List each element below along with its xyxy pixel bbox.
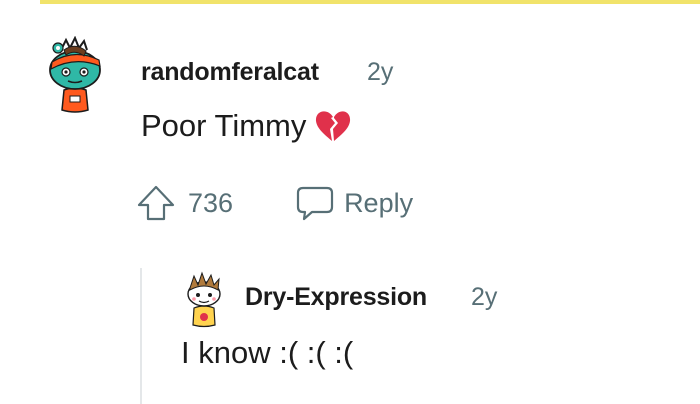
comment-author[interactable]: randomferalcat — [141, 58, 319, 87]
reply-body: I know :( :( :( — [181, 335, 354, 370]
comment-bubble-icon — [296, 186, 334, 221]
upvote-button[interactable]: 736 — [136, 184, 233, 222]
comment-timestamp[interactable]: 2y — [367, 58, 393, 87]
broken-heart-icon — [316, 111, 351, 141]
reply-timestamp[interactable]: 2y — [471, 283, 497, 312]
vote-count: 736 — [188, 187, 234, 218]
upvote-arrow-icon[interactable] — [136, 184, 176, 222]
user-avatar[interactable] — [44, 36, 106, 116]
reply-user-avatar[interactable] — [184, 270, 224, 328]
reply-label: Reply — [344, 187, 414, 218]
comment-text: Poor Timmy — [141, 108, 307, 143]
reply-author[interactable]: Dry-Expression — [245, 283, 427, 312]
thread-line[interactable] — [140, 268, 142, 404]
reply-button[interactable]: Reply — [295, 185, 413, 221]
comment-body: Poor Timmy — [141, 108, 351, 144]
comment-thread: randomferalcat 2y Poor Timmy 736 Reply D… — [0, 0, 700, 404]
comment-actions: 736 Reply — [136, 183, 413, 223]
